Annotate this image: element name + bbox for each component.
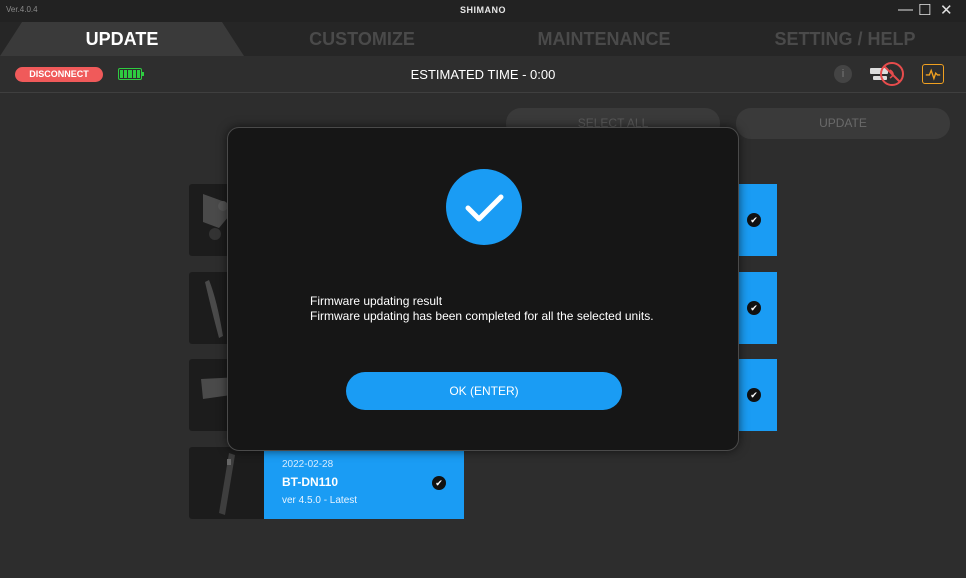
close-button[interactable]: ✕: [940, 1, 953, 19]
unit-card[interactable]: ✔: [739, 272, 777, 344]
brand-logo: SHIMANO: [460, 5, 506, 15]
estimated-time: ESTIMATED TIME - 0:00: [410, 67, 556, 82]
unit-image-battery: [189, 447, 265, 519]
ok-button[interactable]: OK (ENTER): [346, 372, 622, 410]
maximize-button[interactable]: ☐: [918, 1, 931, 19]
unit-update-date: 2022-02-28: [282, 459, 334, 470]
unit-card[interactable]: ✔: [739, 359, 777, 431]
tab-update[interactable]: UPDATE: [20, 22, 224, 56]
unit-model-name: BT-DN110: [282, 475, 339, 489]
unit-firmware-version: ver 4.5.0 - Latest: [282, 495, 358, 506]
title-bar: Ver.4.0.4 SHIMANO — ☐ ✕: [0, 0, 966, 22]
minimize-button[interactable]: —: [898, 1, 913, 18]
status-bar: DISCONNECT ESTIMATED TIME - 0:00 i: [0, 56, 966, 93]
info-icon[interactable]: i: [834, 65, 852, 83]
e-tube-app-window: Ver.4.0.4 SHIMANO — ☐ ✕ UPDATE CUSTOMIZE…: [0, 0, 966, 578]
check-icon: ✔: [747, 388, 761, 402]
waveform-icon[interactable]: [922, 64, 944, 84]
check-circle-icon: [446, 169, 522, 245]
firmware-result-dialog: Firmware updating result Firmware updati…: [227, 127, 739, 451]
unit-card-bt-dn110[interactable]: 2022-02-28 BT-DN110 ver 4.5.0 - Latest ✔: [264, 447, 464, 519]
dialog-title: Firmware updating result: [310, 294, 443, 308]
check-icon: ✔: [747, 213, 761, 227]
wireless-disabled-icon[interactable]: [868, 60, 908, 88]
check-icon[interactable]: ✔: [432, 476, 446, 490]
dialog-message: Firmware updating has been completed for…: [310, 309, 654, 323]
update-button[interactable]: UPDATE: [736, 108, 950, 139]
tab-setting-help[interactable]: SETTING / HELP: [740, 22, 950, 56]
unit-card[interactable]: ✔: [739, 184, 777, 256]
check-icon: ✔: [747, 301, 761, 315]
main-tabs: UPDATE CUSTOMIZE MAINTENANCE SETTING / H…: [0, 22, 966, 56]
tab-maintenance[interactable]: MAINTENANCE: [500, 22, 708, 56]
tab-customize[interactable]: CUSTOMIZE: [260, 22, 464, 56]
